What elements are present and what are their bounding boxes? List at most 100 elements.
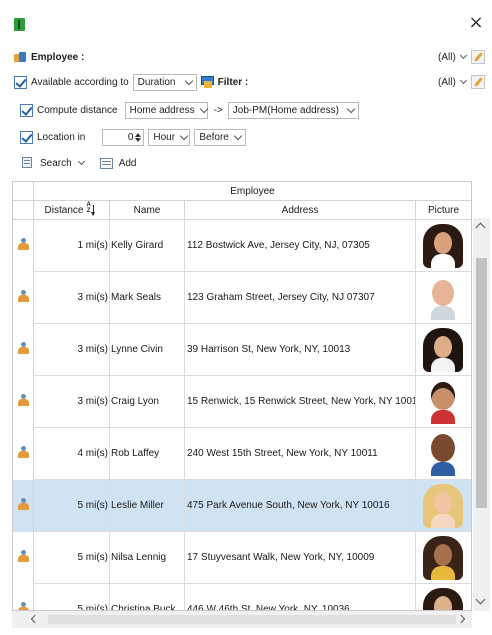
- address-cell: 17 Stuyvesant Walk, New York, NY, 10009: [185, 532, 416, 584]
- table-row[interactable]: 5 mi(s) Leslie Miller 475 Park Avenue So…: [13, 480, 471, 532]
- distance-to-select[interactable]: Job-PM(Home address): [227, 101, 359, 119]
- chevron-down-icon: [234, 131, 243, 140]
- row-header[interactable]: [13, 480, 34, 532]
- close-icon[interactable]: ×: [468, 14, 484, 32]
- column-header-name[interactable]: Name: [110, 201, 185, 220]
- table-row[interactable]: 4 mi(s) Rob Laffey 240 West 15th Street,…: [13, 428, 471, 480]
- address-cell: 15 Renwick, 15 Renwick Street, New York,…: [185, 376, 416, 428]
- name-cell: Nilsa Lennig: [110, 532, 185, 584]
- row-header[interactable]: [13, 272, 34, 324]
- scroll-right-icon[interactable]: [456, 614, 466, 624]
- add-label: Add: [118, 157, 137, 169]
- location-row: Location in 0 Hour Before: [20, 128, 247, 146]
- sort-ascending-icon[interactable]: AZ: [86, 202, 98, 216]
- compute-distance-label: Compute distance: [37, 104, 118, 116]
- chevron-down-icon: [184, 76, 193, 85]
- location-when-select[interactable]: Before: [194, 128, 247, 146]
- table-row[interactable]: 3 mi(s) Craig Lyon 15 Renwick, 15 Renwic…: [13, 376, 471, 428]
- row-header[interactable]: [13, 220, 34, 272]
- row-header[interactable]: [13, 532, 34, 584]
- compute-distance-checkbox[interactable]: [20, 103, 33, 117]
- chevron-down-icon[interactable]: [459, 51, 467, 60]
- search-icon: [22, 157, 35, 169]
- horizontal-scroll-thumb[interactable]: [48, 615, 456, 624]
- employee-label: Employee :: [31, 51, 85, 63]
- name-cell: Kelly Girard: [110, 220, 185, 272]
- name-cell: Leslie Miller: [110, 480, 185, 532]
- filter-label: Filter :: [217, 76, 249, 88]
- filter-icon: [200, 76, 214, 88]
- employee-grid: Employee Distance A Z Name Address Picture…: [12, 181, 472, 611]
- table-row[interactable]: 3 mi(s) Mark Seals 123 Graham Street, Je…: [13, 272, 471, 324]
- employee-photo: [423, 588, 463, 610]
- distance-cell: 1 mi(s): [34, 220, 110, 272]
- distance-cell: 3 mi(s): [34, 376, 110, 428]
- compute-distance-row: Compute distance Home address -> Job-PM(…: [20, 101, 359, 119]
- employee-value-group: (All): [438, 50, 485, 64]
- person-icon: [18, 550, 29, 563]
- employee-photo: [423, 432, 463, 476]
- picture-cell: [416, 220, 471, 272]
- employee-value[interactable]: (All): [438, 52, 456, 63]
- address-cell: 240 West 15th Street, New York, NY 10011: [185, 428, 416, 480]
- filter-value[interactable]: (All): [438, 77, 456, 88]
- distance-to-value: Job-PM(Home address): [232, 104, 339, 116]
- picture-cell: [416, 584, 471, 610]
- picture-cell: [416, 428, 471, 480]
- horizontal-scrollbar[interactable]: [12, 611, 472, 628]
- stepper-arrows-icon[interactable]: [135, 132, 142, 142]
- location-checkbox[interactable]: [20, 130, 33, 144]
- column-header-picture[interactable]: Picture: [416, 201, 471, 220]
- name-cell: Craig Lyon: [110, 376, 185, 428]
- row-header[interactable]: [13, 376, 34, 428]
- edit-employee-button[interactable]: [470, 50, 485, 64]
- vertical-scrollbar[interactable]: [473, 218, 490, 611]
- column-header-address[interactable]: Address: [185, 201, 416, 220]
- group-header-row: Employee: [13, 182, 471, 201]
- table-row[interactable]: 1 mi(s) Kelly Girard 112 Bostwick Ave, J…: [13, 220, 471, 272]
- location-stepper[interactable]: 0: [102, 128, 145, 146]
- location-unit-select[interactable]: Hour: [148, 128, 191, 146]
- availability-mode-select[interactable]: Duration: [132, 73, 197, 91]
- column-header-distance[interactable]: Distance A Z: [34, 201, 110, 220]
- vertical-scroll-thumb[interactable]: [476, 258, 487, 508]
- title-bar: ×: [0, 0, 492, 40]
- employee-photo: [423, 536, 463, 580]
- table-row[interactable]: 3 mi(s) Lynne Civin 39 Harrison St, New …: [13, 324, 471, 376]
- chevron-down-icon: [179, 131, 189, 140]
- location-when-value: Before: [199, 131, 229, 143]
- person-icon: [18, 602, 29, 610]
- person-icon: [18, 290, 29, 303]
- add-button[interactable]: Add: [99, 157, 137, 169]
- availability-mode-value: Duration: [137, 76, 176, 88]
- column-header-distance-label: Distance: [44, 205, 84, 216]
- distance-from-select[interactable]: Home address: [124, 101, 208, 119]
- scroll-down-icon[interactable]: [475, 594, 486, 605]
- chevron-down-icon[interactable]: [459, 76, 467, 85]
- picture-cell: [416, 480, 471, 532]
- person-icon: [18, 238, 29, 251]
- distance-from-value: Home address: [129, 104, 195, 116]
- row-header[interactable]: [13, 428, 34, 480]
- location-unit-value: Hour: [153, 131, 176, 143]
- edit-filter-button[interactable]: [470, 75, 485, 89]
- employee-photo: [423, 224, 463, 268]
- address-cell: 475 Park Avenue South, New York, NY 1001…: [185, 480, 416, 532]
- chevron-down-icon: [77, 157, 85, 166]
- available-checkbox[interactable]: [14, 75, 27, 89]
- table-row[interactable]: 5 mi(s) Christina Buck 446 W 46th St, Ne…: [13, 584, 471, 610]
- scroll-up-icon[interactable]: [475, 222, 486, 233]
- group-header: Employee: [230, 186, 275, 197]
- name-cell: Mark Seals: [110, 272, 185, 324]
- row-header[interactable]: [13, 324, 34, 376]
- employee-photo: [423, 276, 463, 320]
- scroll-left-icon[interactable]: [30, 614, 40, 624]
- person-icon: [18, 342, 29, 355]
- person-icon: [18, 498, 29, 511]
- row-header[interactable]: [13, 584, 34, 610]
- table-row[interactable]: 5 mi(s) Nilsa Lennig 17 Stuyvesant Walk,…: [13, 532, 471, 584]
- search-button[interactable]: Search: [22, 157, 85, 169]
- picture-cell: [416, 272, 471, 324]
- add-icon: [99, 157, 113, 169]
- address-cell: 39 Harrison St, New York, NY, 10013: [185, 324, 416, 376]
